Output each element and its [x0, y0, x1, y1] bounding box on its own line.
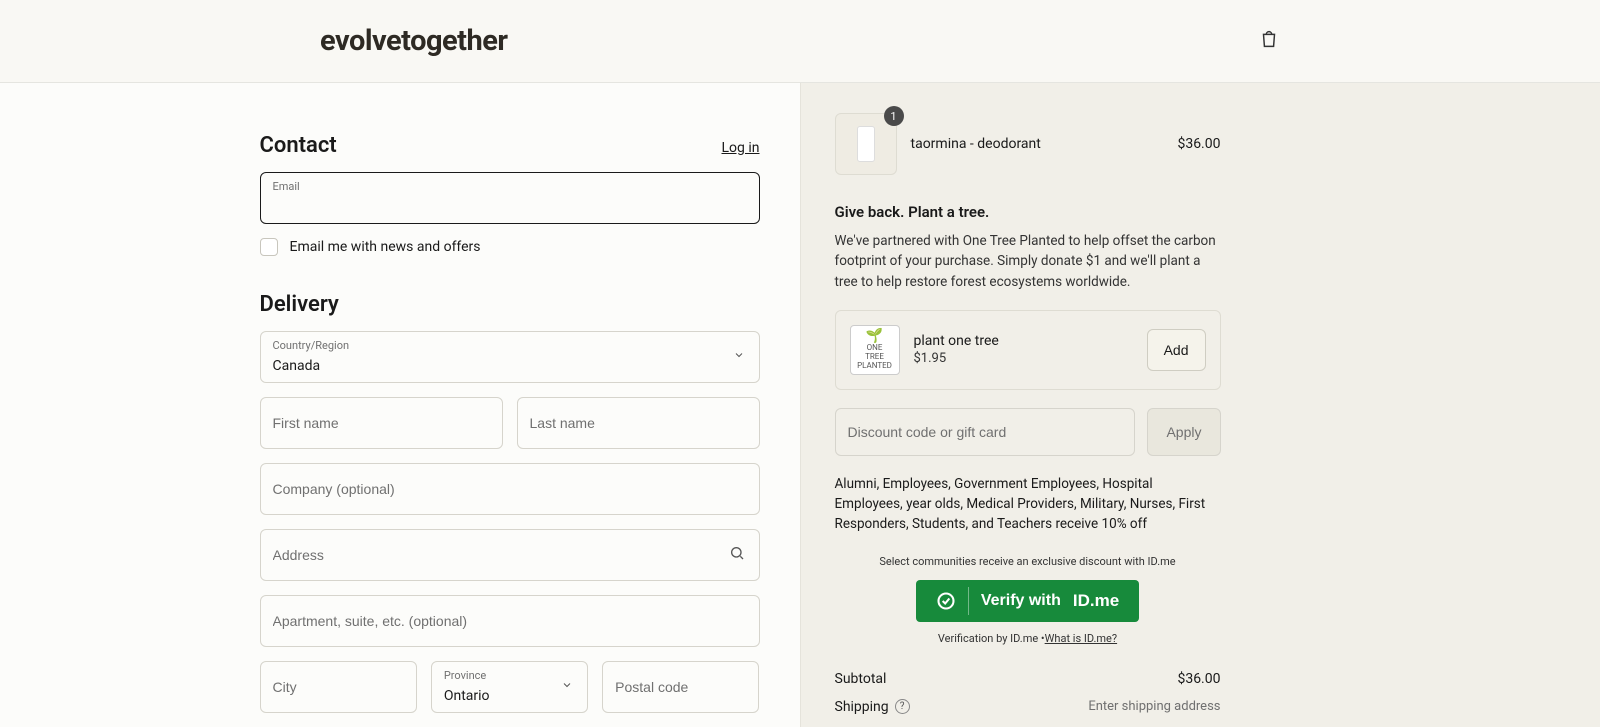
subtotal-value: $36.00: [1177, 671, 1220, 687]
shipping-row: Shipping ? Enter shipping address: [835, 699, 1221, 715]
subtotal-row: Subtotal $36.00: [835, 671, 1221, 687]
chevron-down-icon: [561, 679, 573, 695]
province-select[interactable]: Province Ontario: [431, 661, 588, 713]
verify-idme-button[interactable]: Verify with ID.me: [916, 580, 1139, 622]
add-tree-button[interactable]: Add: [1147, 329, 1206, 371]
product-price: $36.00: [1177, 136, 1220, 152]
postal-field[interactable]: [602, 661, 759, 713]
province-label: Province: [444, 669, 486, 682]
apartment-field[interactable]: [260, 595, 760, 647]
help-icon[interactable]: ?: [895, 699, 910, 714]
product-thumbnail: 1: [835, 113, 897, 175]
news-checkbox-label: Email me with news and offers: [290, 239, 481, 255]
giveback-text: We've partnered with One Tree Planted to…: [835, 231, 1221, 292]
last-name-field[interactable]: [517, 397, 760, 449]
shipping-value: Enter shipping address: [1088, 699, 1220, 714]
logo[interactable]: evolvetogether: [320, 24, 508, 58]
cart-line-item: 1 taormina - deodorant $36.00: [835, 113, 1221, 175]
verify-label: Verify with: [981, 592, 1061, 610]
country-value: Canada: [273, 358, 747, 374]
checkmark-circle-icon: [936, 591, 956, 611]
discount-note: Alumni, Employees, Government Employees,…: [835, 474, 1221, 535]
city-input[interactable]: [273, 679, 404, 695]
email-field[interactable]: Email: [260, 172, 760, 224]
idme-brand: ID.me: [1073, 591, 1119, 611]
quantity-badge: 1: [884, 106, 904, 126]
email-input[interactable]: [273, 199, 747, 215]
search-icon: [729, 545, 745, 565]
one-tree-planted-icon: 🌱 ONE TREE PLANTED: [850, 325, 900, 375]
plant-tree-addon: 🌱 ONE TREE PLANTED plant one tree $1.95 …: [835, 310, 1221, 390]
order-summary-panel: 1 taormina - deodorant $36.00 Give back.…: [800, 83, 1600, 727]
chevron-down-icon: [733, 349, 745, 365]
header: evolvetogether: [0, 0, 1600, 83]
company-input[interactable]: [273, 481, 747, 497]
cart-icon[interactable]: [1258, 28, 1280, 54]
apartment-input[interactable]: [273, 613, 747, 629]
province-value: Ontario: [444, 688, 575, 704]
news-checkbox[interactable]: [260, 238, 278, 256]
discount-input[interactable]: [848, 409, 1123, 455]
delivery-heading: Delivery: [260, 292, 760, 317]
city-field[interactable]: [260, 661, 417, 713]
idme-note: Select communities receive an exclusive …: [835, 555, 1221, 568]
company-field[interactable]: [260, 463, 760, 515]
first-name-input[interactable]: [273, 415, 490, 431]
addon-name: plant one tree: [914, 333, 1133, 349]
login-link[interactable]: Log in: [722, 140, 760, 156]
idme-footer: Verification by ID.me •What is ID.me?: [835, 632, 1221, 645]
email-label: Email: [273, 180, 300, 193]
last-name-input[interactable]: [530, 415, 747, 431]
country-label: Country/Region: [273, 339, 350, 352]
subtotal-label: Subtotal: [835, 671, 887, 687]
postal-input[interactable]: [615, 679, 746, 695]
first-name-field[interactable]: [260, 397, 503, 449]
what-is-idme-link[interactable]: What is ID.me?: [1045, 632, 1117, 645]
product-name: taormina - deodorant: [911, 136, 1164, 152]
discount-field[interactable]: [835, 408, 1136, 456]
country-select[interactable]: Country/Region Canada: [260, 331, 760, 383]
addon-price: $1.95: [914, 351, 1133, 366]
giveback-title: Give back. Plant a tree.: [835, 203, 1221, 221]
checkout-form-panel: Contact Log in Email Email me with news …: [0, 83, 800, 727]
address-field[interactable]: [260, 529, 760, 581]
contact-heading: Contact: [260, 133, 337, 158]
apply-button[interactable]: Apply: [1147, 408, 1220, 456]
shipping-label: Shipping: [835, 699, 889, 715]
address-input[interactable]: [273, 547, 747, 563]
